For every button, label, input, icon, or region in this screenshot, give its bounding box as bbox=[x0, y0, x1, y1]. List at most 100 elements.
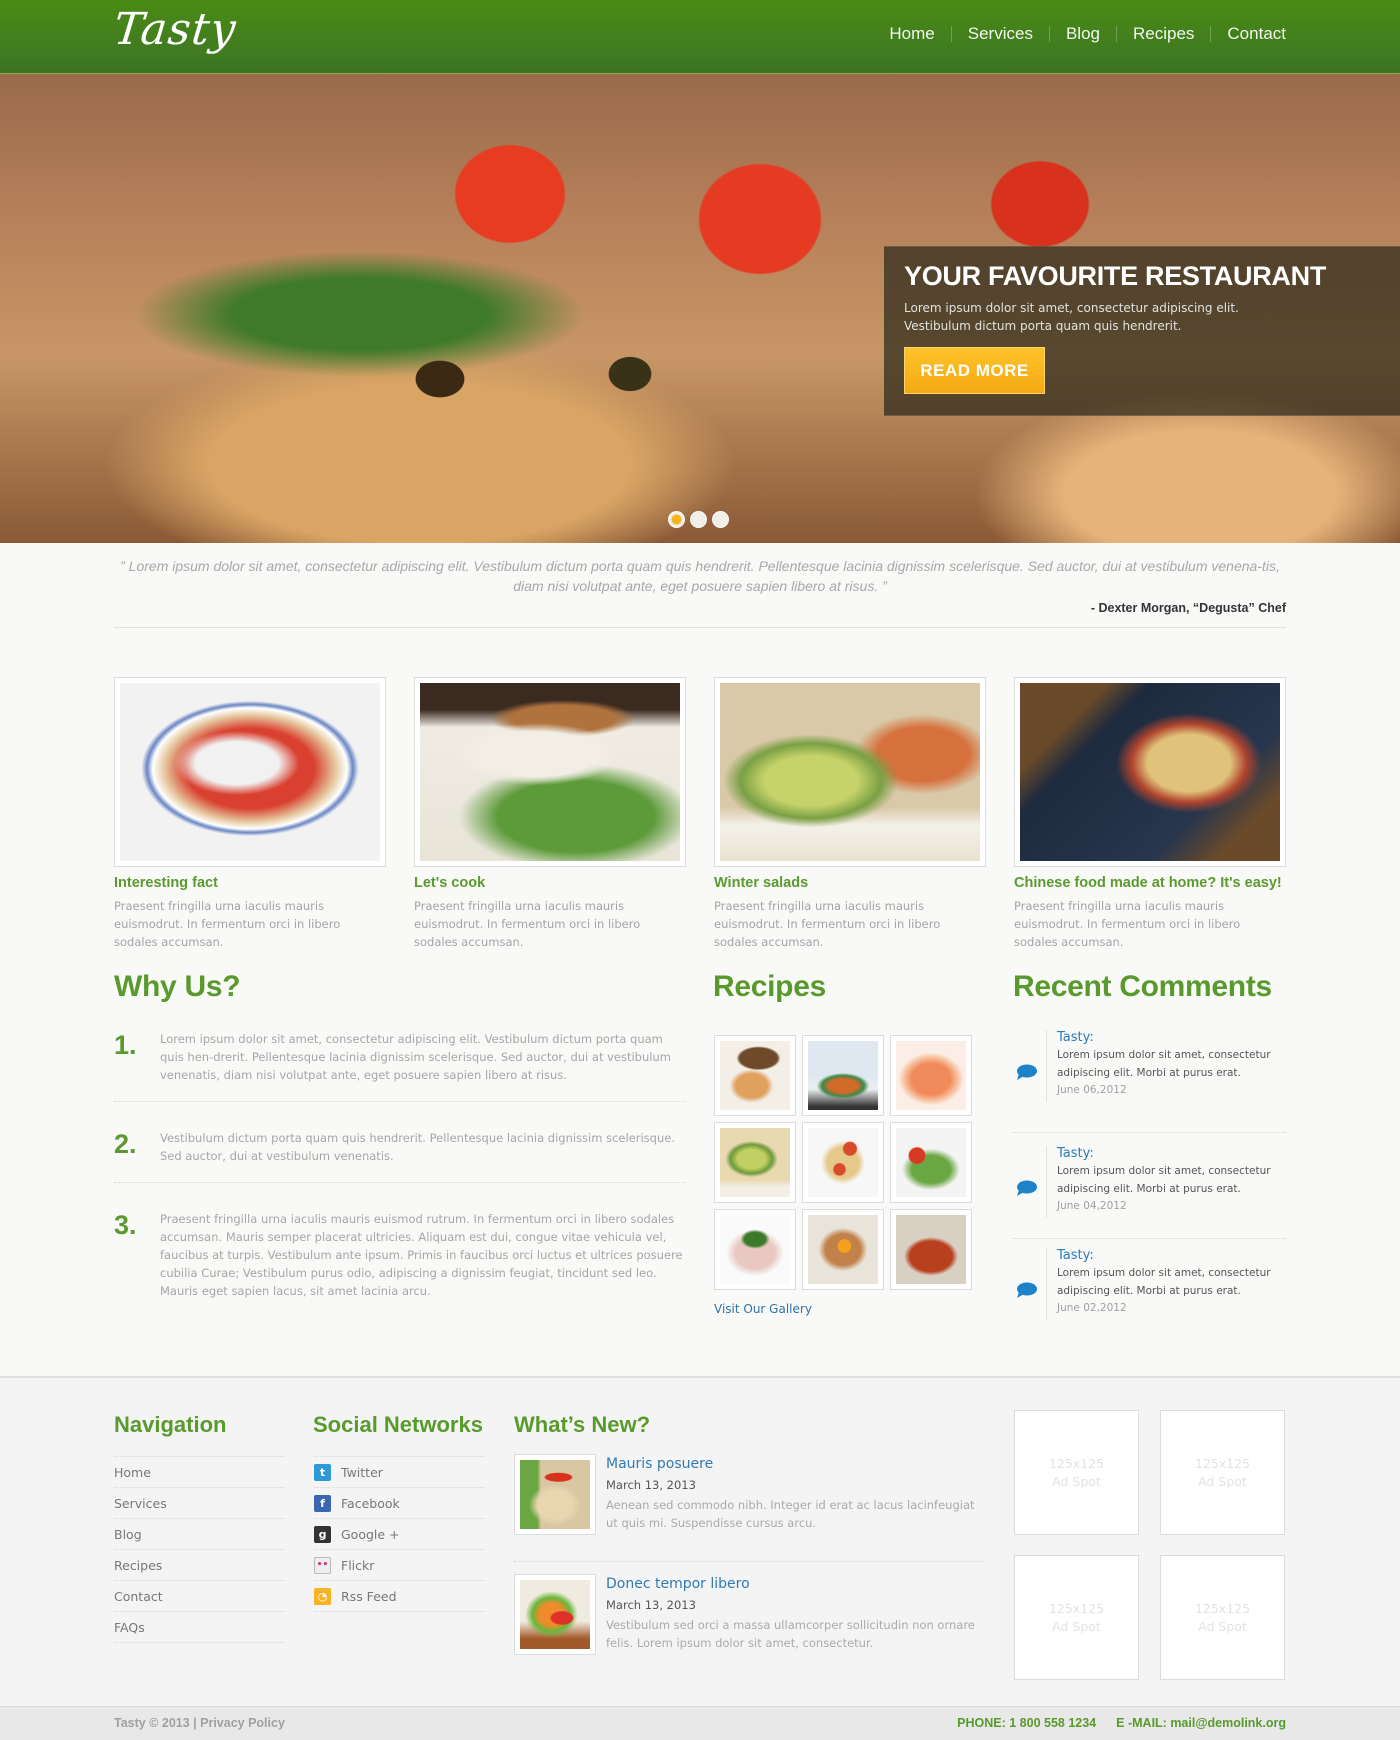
card-title[interactable]: Winter salads bbox=[714, 875, 986, 891]
site-header: Tasty Home Services Blog Recipes Contact bbox=[0, 0, 1400, 74]
tomato-soup-image bbox=[896, 1215, 966, 1284]
item-text: Vestibulum dictum porta quam quis hendre… bbox=[160, 1131, 675, 1163]
whats-new-title: What’s New? bbox=[514, 1412, 651, 1437]
card-title[interactable]: Let's cook bbox=[414, 875, 686, 891]
card-image-frame[interactable] bbox=[414, 677, 686, 867]
divider bbox=[114, 627, 1286, 628]
hero-text: Lorem ipsum dolor sit amet, consectetur … bbox=[904, 301, 1239, 333]
speech-bubble-icon bbox=[1017, 1180, 1037, 1196]
card-title[interactable]: Chinese food made at home? It's easy! bbox=[1014, 875, 1286, 891]
card-image-frame[interactable] bbox=[114, 677, 386, 867]
bottom-bar: Tasty © 2013 | Privacy Policy PHONE: 1 8… bbox=[0, 1706, 1400, 1740]
tomato-salad-image bbox=[896, 1128, 966, 1197]
flickr-icon: •• bbox=[314, 1556, 331, 1574]
news-item: Mauris posuere March 13, 2013 Aenean sed… bbox=[514, 1454, 984, 1562]
news-thumb[interactable] bbox=[514, 1454, 596, 1535]
recipe-thumb[interactable] bbox=[714, 1035, 796, 1116]
speech-bubble-icon bbox=[1017, 1282, 1037, 1298]
ad-label: 125x125 Ad Spot bbox=[1194, 1600, 1251, 1634]
social-facebook[interactable]: f Facebook bbox=[314, 1488, 485, 1519]
twitter-icon: t bbox=[314, 1463, 331, 1481]
recipe-thumb[interactable] bbox=[714, 1209, 796, 1290]
social-google-plus[interactable]: g Google + bbox=[314, 1519, 485, 1550]
news-thumb[interactable] bbox=[514, 1574, 596, 1655]
news-body: Donec tempor libero March 13, 2013 Vesti… bbox=[606, 1574, 986, 1652]
feature-card: Let's cook Praesent fringilla urna iacul… bbox=[414, 677, 686, 951]
footer-nav-faqs[interactable]: FAQs bbox=[114, 1612, 285, 1643]
comment-date: June 06,2012 bbox=[1057, 1084, 1127, 1096]
news-date: March 13, 2013 bbox=[606, 1478, 696, 1492]
nav-blog[interactable]: Blog bbox=[1050, 24, 1116, 44]
nav-home[interactable]: Home bbox=[873, 24, 950, 44]
card-image-frame[interactable] bbox=[1014, 677, 1286, 867]
item-text: Praesent fringilla urna iaculis mauris e… bbox=[160, 1212, 683, 1298]
logo[interactable]: Tasty bbox=[111, 4, 239, 55]
ad-label: 125x125 Ad Spot bbox=[1048, 1600, 1105, 1634]
feature-card: Interesting fact Praesent fringilla urna… bbox=[114, 677, 386, 951]
email-link[interactable]: E -MAIL: mail@demolink.org bbox=[1116, 1716, 1286, 1730]
comment-date: June 04,2012 bbox=[1057, 1200, 1127, 1212]
recipe-thumb[interactable] bbox=[890, 1122, 972, 1203]
link-label: Services bbox=[114, 1495, 167, 1511]
comment-author[interactable]: Tasty: bbox=[1057, 1146, 1286, 1162]
nav-contact[interactable]: Contact bbox=[1211, 24, 1286, 44]
social-flickr[interactable]: •• Flickr bbox=[314, 1550, 485, 1581]
ad-spot[interactable]: 125x125 Ad Spot bbox=[1014, 1410, 1139, 1535]
footer-nav-services[interactable]: Services bbox=[114, 1488, 285, 1519]
news-item: Donec tempor libero March 13, 2013 Vesti… bbox=[514, 1574, 984, 1682]
social-rss[interactable]: ◔ Rss Feed bbox=[314, 1581, 485, 1612]
ad-spot[interactable]: 125x125 Ad Spot bbox=[1014, 1555, 1139, 1680]
phone-number: PHONE: 1 800 558 1234 bbox=[957, 1716, 1097, 1730]
footer-navigation-list: Home Services Blog Recipes Contact FAQs bbox=[114, 1456, 285, 1643]
footer-navigation-title: Navigation bbox=[114, 1412, 227, 1437]
link-label: FAQs bbox=[114, 1619, 145, 1635]
news-title[interactable]: Mauris posuere bbox=[606, 1454, 986, 1474]
recipe-thumb[interactable] bbox=[802, 1209, 884, 1290]
copyright[interactable]: Tasty © 2013 | Privacy Policy bbox=[114, 1716, 285, 1730]
why-us-item: 1. Lorem ipsum dolor sit amet, consectet… bbox=[114, 1030, 686, 1102]
comment-author[interactable]: Tasty: bbox=[1057, 1030, 1286, 1046]
recent-comments-title: Recent Comments bbox=[1013, 970, 1272, 1003]
recipe-thumb[interactable] bbox=[890, 1035, 972, 1116]
chinese-noodles-image bbox=[1020, 683, 1280, 861]
ad-spot[interactable]: 125x125 Ad Spot bbox=[1160, 1410, 1285, 1535]
recipe-thumb[interactable] bbox=[802, 1122, 884, 1203]
slider-dot-3[interactable] bbox=[712, 511, 729, 528]
nav-services[interactable]: Services bbox=[952, 24, 1049, 44]
contact-info: PHONE: 1 800 558 1234 E -MAIL: mail@demo… bbox=[957, 1716, 1286, 1730]
facebook-icon: f bbox=[314, 1494, 331, 1512]
ad-spot[interactable]: 125x125 Ad Spot bbox=[1160, 1555, 1285, 1680]
social-twitter[interactable]: t Twitter bbox=[314, 1457, 485, 1488]
item-number: 2. bbox=[114, 1129, 137, 1159]
social-networks-list: t Twitter f Facebook g Google + •• Flick… bbox=[314, 1456, 485, 1612]
comment-date: June 02,2012 bbox=[1057, 1302, 1127, 1314]
card-title[interactable]: Interesting fact bbox=[114, 875, 386, 891]
footer-nav-blog[interactable]: Blog bbox=[114, 1519, 285, 1550]
footer-nav-contact[interactable]: Contact bbox=[114, 1581, 285, 1612]
slider-dot-1[interactable] bbox=[668, 511, 685, 528]
card-image-frame[interactable] bbox=[714, 677, 986, 867]
testimonial-quote: ” Lorem ipsum dolor sit amet, consectetu… bbox=[120, 558, 1280, 594]
meat-herbs-image bbox=[720, 1215, 790, 1284]
why-us-list: 1. Lorem ipsum dolor sit amet, consectet… bbox=[114, 1030, 686, 1300]
nav-recipes[interactable]: Recipes bbox=[1117, 24, 1210, 44]
comment-author[interactable]: Tasty: bbox=[1057, 1248, 1286, 1264]
link-label: Contact bbox=[114, 1588, 163, 1604]
slider-dot-2[interactable] bbox=[690, 511, 707, 528]
card-text: Praesent fringilla urna iaculis mauris e… bbox=[414, 899, 641, 949]
visit-gallery-link[interactable]: Visit Our Gallery bbox=[714, 1302, 812, 1316]
recipe-thumb[interactable] bbox=[714, 1122, 796, 1203]
sandwich-plate-image bbox=[720, 1041, 790, 1110]
ad-label: 125x125 Ad Spot bbox=[1194, 1455, 1251, 1489]
news-title[interactable]: Donec tempor libero bbox=[606, 1574, 986, 1594]
read-more-button[interactable]: READ MORE bbox=[904, 347, 1045, 394]
recipes-gallery bbox=[714, 1035, 974, 1290]
recipe-thumb[interactable] bbox=[802, 1035, 884, 1116]
whats-new-list: Mauris posuere March 13, 2013 Aenean sed… bbox=[514, 1454, 984, 1694]
ad-label: 125x125 Ad Spot bbox=[1048, 1455, 1105, 1489]
news-text: Aenean sed commodo nibh. Integer id erat… bbox=[606, 1498, 975, 1530]
footer-nav-recipes[interactable]: Recipes bbox=[114, 1550, 285, 1581]
recipes-title: Recipes bbox=[713, 970, 826, 1003]
recipe-thumb[interactable] bbox=[890, 1209, 972, 1290]
footer-nav-home[interactable]: Home bbox=[114, 1457, 285, 1488]
